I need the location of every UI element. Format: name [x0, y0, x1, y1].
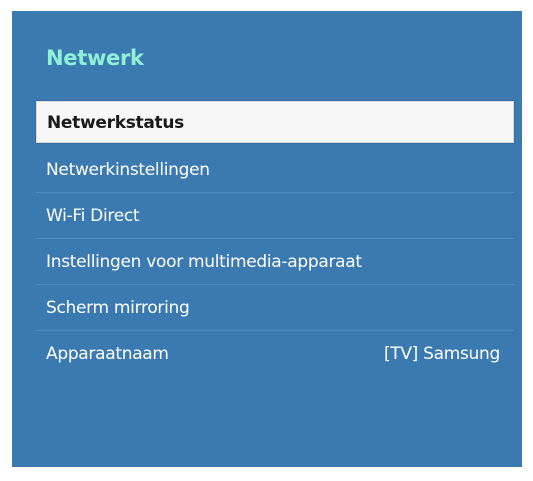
menu-list: Netwerkstatus Netwerkinstellingen Wi-Fi … [36, 101, 514, 377]
network-menu-panel: Netwerk Netwerkstatus Netwerkinstellinge… [12, 11, 522, 467]
menu-item-screen-mirroring[interactable]: Scherm mirroring [36, 285, 514, 331]
device-name-value: [TV] Samsung [383, 344, 500, 364]
menu-item-device-name[interactable]: Apparaatnaam [TV] Samsung [36, 331, 514, 377]
menu-item-network-settings[interactable]: Netwerkinstellingen [36, 147, 514, 193]
menu-item-multimedia-device-settings[interactable]: Instellingen voor multimedia-apparaat [36, 239, 514, 285]
menu-title: Netwerk [46, 46, 144, 70]
menu-item-wifi-direct[interactable]: Wi-Fi Direct [36, 193, 514, 239]
menu-item-network-status[interactable]: Netwerkstatus [36, 101, 514, 143]
device-name-label: Apparaatnaam [46, 344, 169, 364]
